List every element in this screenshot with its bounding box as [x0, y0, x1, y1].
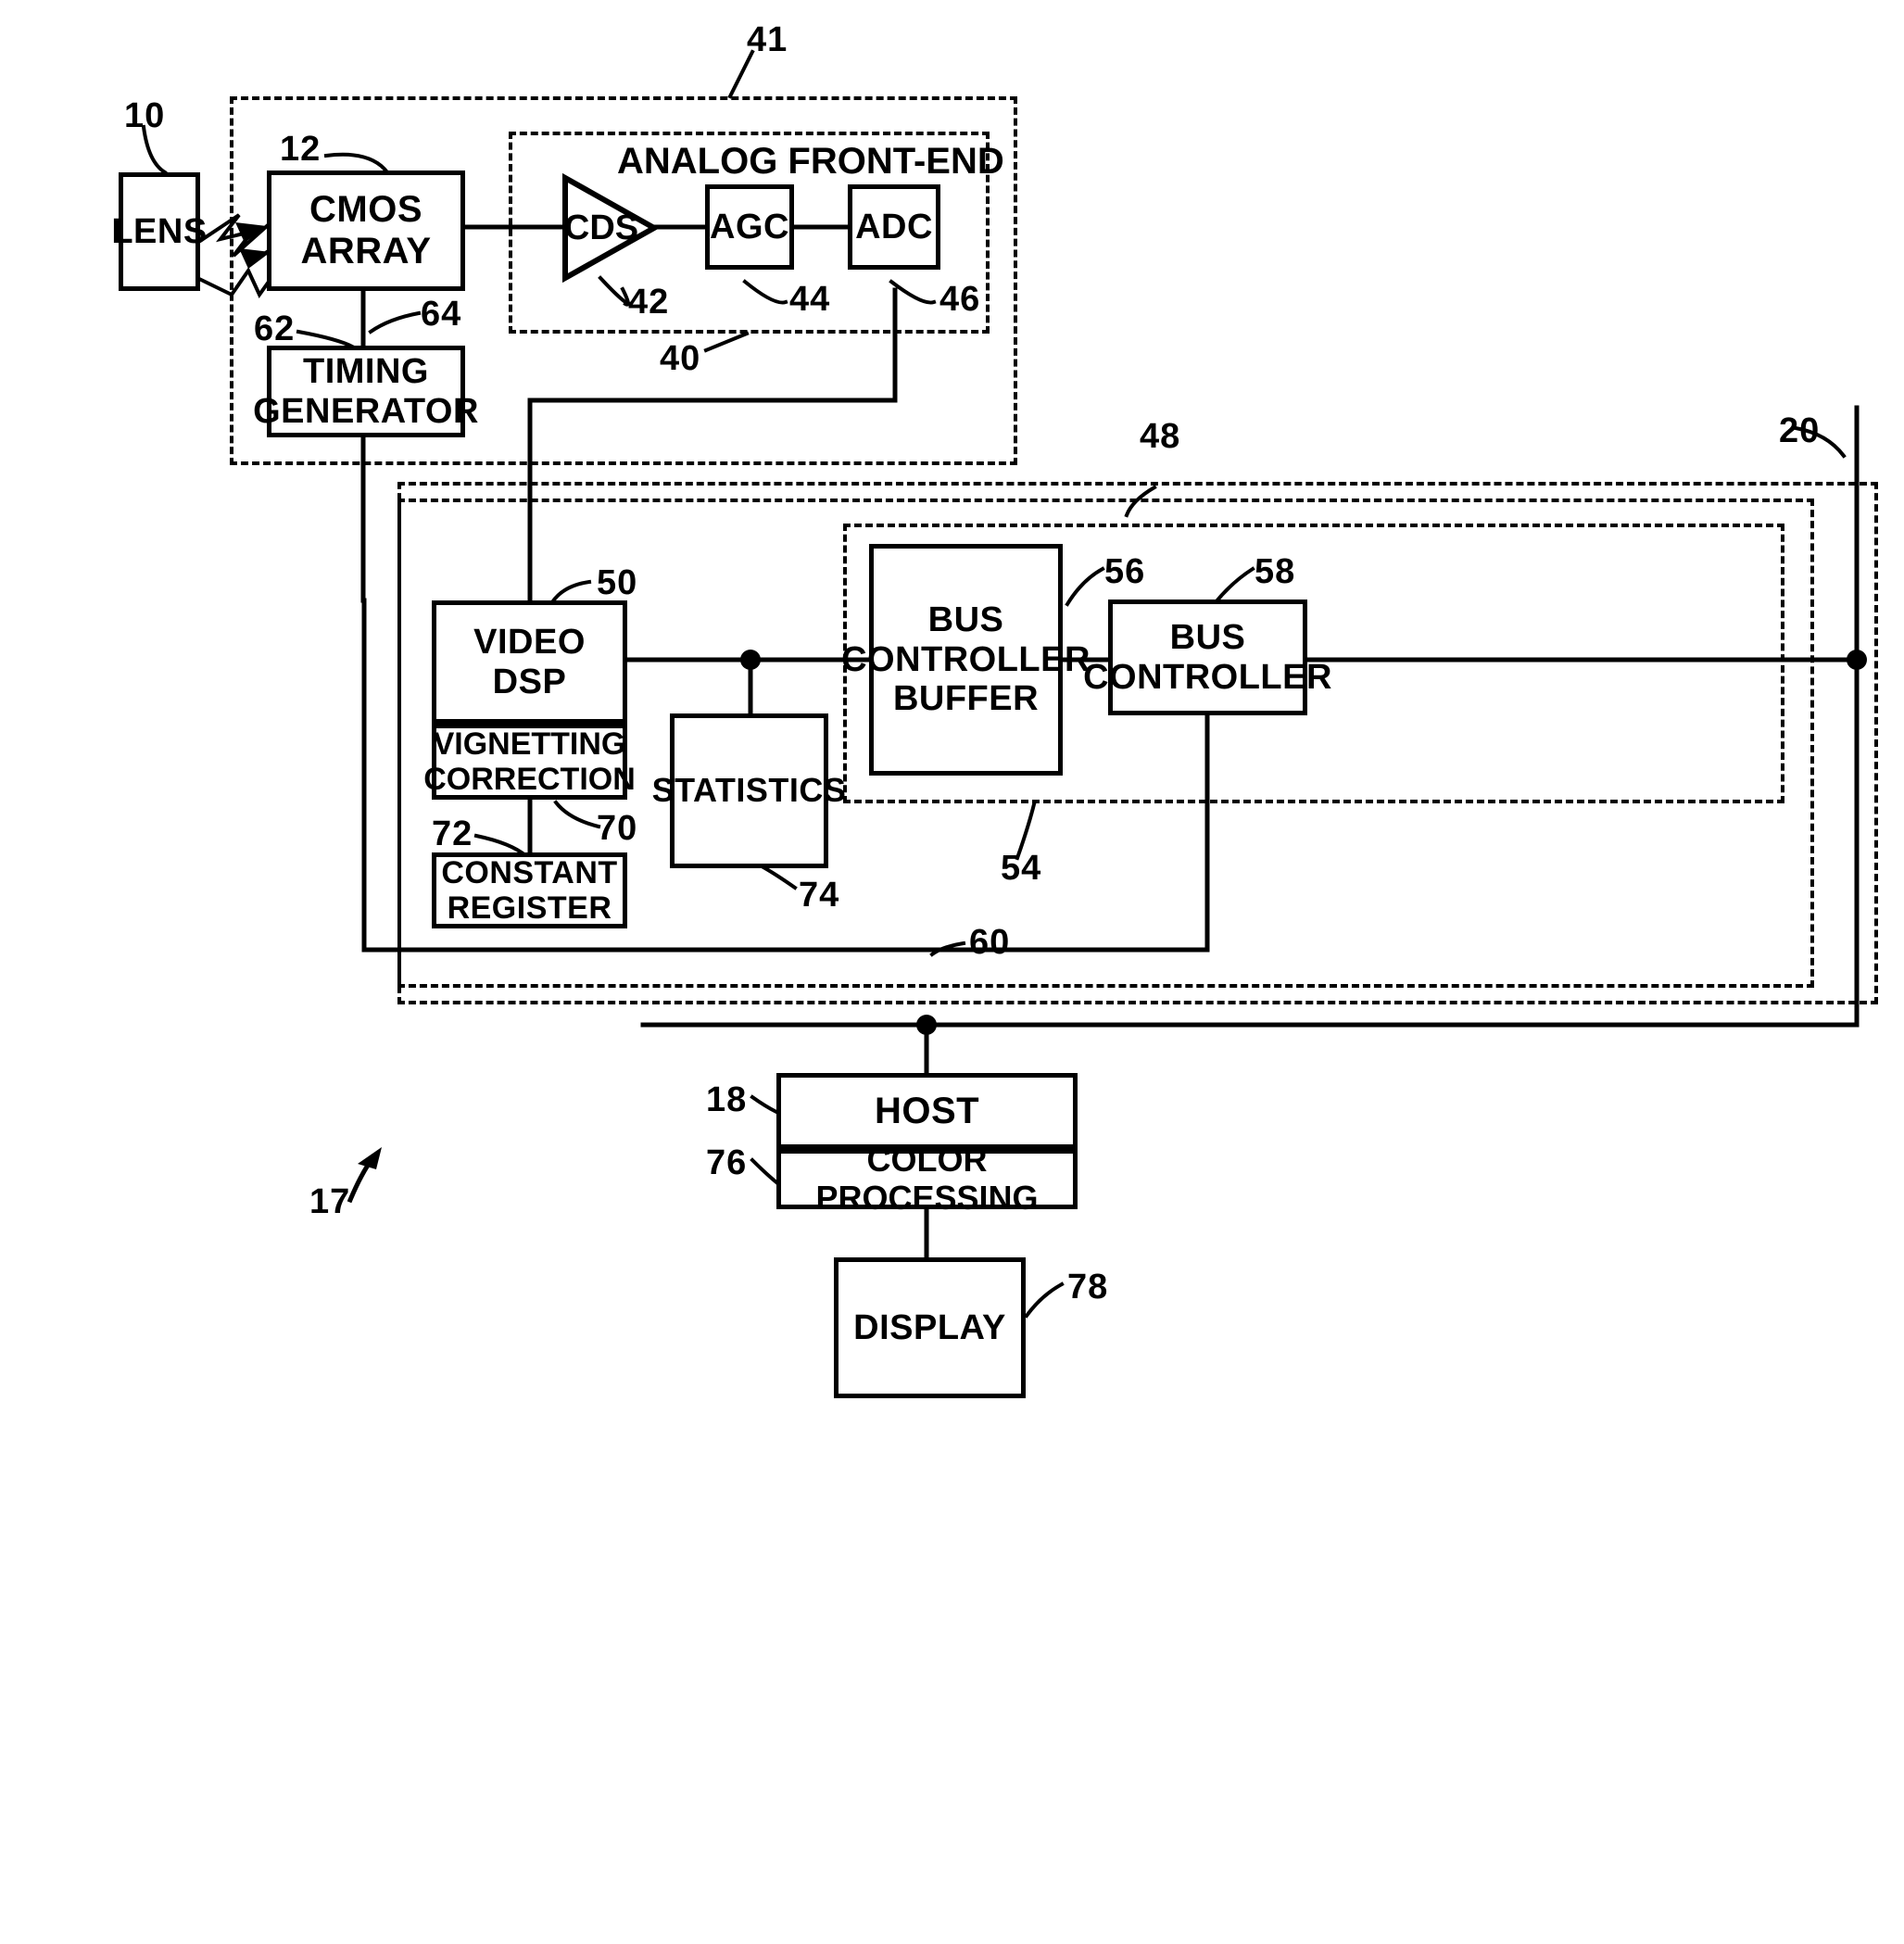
ref-64: 64: [421, 295, 462, 334]
block-lens-label: LENS: [111, 211, 208, 251]
ref-48: 48: [1140, 417, 1181, 456]
block-bus-controller[interactable]: BUS CONTROLLER: [1083, 600, 1331, 715]
ref-41: 41: [747, 20, 788, 59]
block-agc[interactable]: AGC: [705, 184, 794, 270]
caption-analog-front-end: ANALOG FRONT-END: [617, 141, 1004, 182]
ref-17: 17: [309, 1182, 351, 1221]
block-constant-register[interactable]: CONSTANT REGISTER: [432, 852, 627, 928]
ref-12: 12: [280, 130, 322, 169]
block-host-label: HOST: [874, 1090, 980, 1131]
ref-74: 74: [799, 876, 840, 915]
block-timing-generator[interactable]: TIMING GENERATOR: [253, 346, 478, 437]
ref-44: 44: [789, 280, 831, 319]
block-vignetting-correction[interactable]: VIGNETTING CORRECTION: [423, 724, 636, 800]
block-host[interactable]: HOST: [776, 1073, 1078, 1149]
block-timing-generator-label: TIMING GENERATOR: [253, 351, 479, 431]
ref-56: 56: [1104, 552, 1146, 591]
ref-50: 50: [597, 563, 638, 602]
block-cds-label: CDS: [563, 208, 639, 247]
patent-figure-canvas: LENS CMOS ARRAY CDS AGC ADC TIMING GENER…: [0, 0, 1904, 1944]
ref-72: 72: [432, 814, 473, 853]
block-agc-label: AGC: [710, 207, 789, 246]
ref-58: 58: [1255, 552, 1296, 591]
block-display[interactable]: DISPLAY: [834, 1257, 1026, 1398]
block-adc-label: ADC: [855, 207, 933, 246]
block-bus-controller-label: BUS CONTROLLER: [1083, 617, 1332, 697]
ref-18: 18: [706, 1080, 748, 1119]
block-constant-register-label: CONSTANT REGISTER: [441, 854, 618, 926]
ref-42: 42: [628, 283, 670, 322]
ref-20: 20: [1779, 411, 1821, 450]
block-cmos-array[interactable]: CMOS ARRAY: [267, 170, 465, 291]
block-video-dsp-label: VIDEO DSP: [473, 622, 586, 701]
block-video-dsp[interactable]: VIDEO DSP: [432, 600, 627, 724]
block-bus-controller-buffer[interactable]: BUS CONTROLLER BUFFER: [841, 544, 1090, 776]
ref-62: 62: [254, 309, 296, 348]
ref-54: 54: [1001, 849, 1042, 888]
block-statistics-label: STATISTICS: [651, 771, 847, 810]
block-vignetting-correction-label: VIGNETTING CORRECTION: [423, 726, 636, 797]
block-cmos-array-label: CMOS ARRAY: [300, 189, 432, 271]
block-adc[interactable]: ADC: [848, 184, 940, 270]
ref-46: 46: [939, 280, 981, 319]
block-cds[interactable]: CDS: [563, 206, 639, 250]
block-statistics[interactable]: STATISTICS: [652, 713, 846, 868]
block-lens[interactable]: LENS: [111, 172, 207, 291]
ref-60: 60: [969, 923, 1011, 962]
block-color-processing-label: COLOR PROCESSING: [815, 1141, 1039, 1217]
ref-78: 78: [1067, 1268, 1109, 1307]
ref-70: 70: [597, 809, 638, 848]
block-display-label: DISPLAY: [853, 1307, 1006, 1347]
ref-10: 10: [124, 96, 166, 135]
ref-40: 40: [660, 339, 701, 378]
block-bus-controller-buffer-label: BUS CONTROLLER BUFFER: [841, 600, 1091, 719]
ref-76: 76: [706, 1143, 748, 1182]
block-color-processing[interactable]: COLOR PROCESSING: [776, 1142, 1078, 1216]
